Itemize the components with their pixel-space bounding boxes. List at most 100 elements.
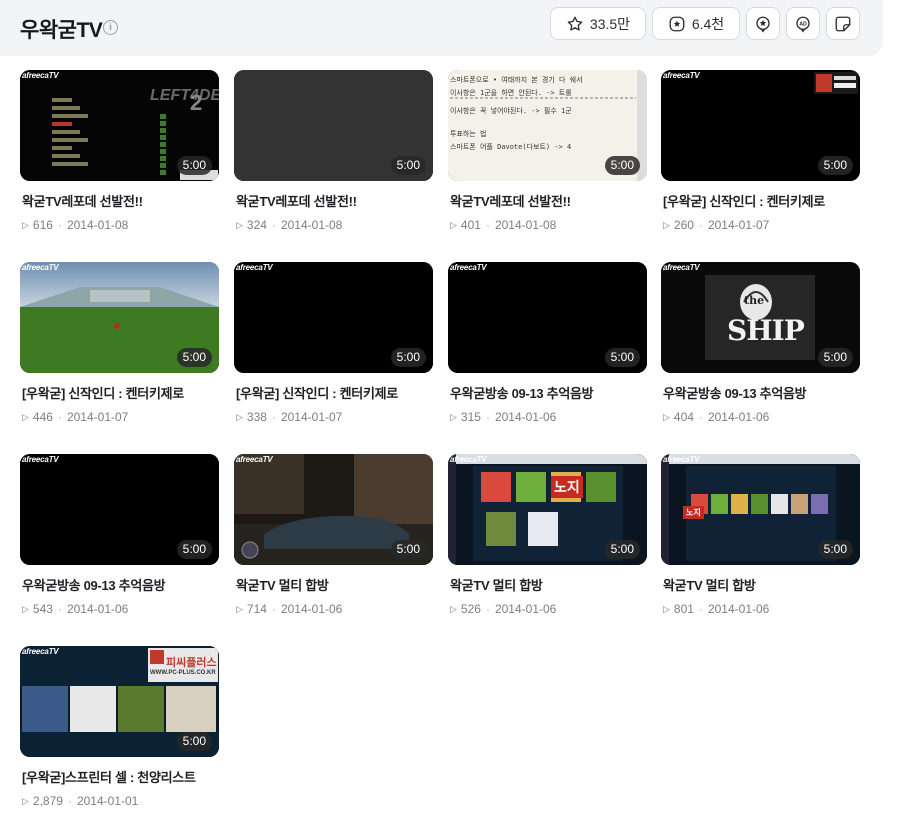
separator-dot: · (57, 410, 62, 424)
thumbnail-logo-text: SHIP (727, 314, 805, 347)
watermark-logo: afreecaTV (450, 455, 487, 464)
view-count: 526 (460, 602, 481, 616)
video-thumbnail[interactable]: afreecaTV 5:00 (661, 70, 860, 181)
play-count-icon: ▷ (22, 603, 29, 614)
separator-dot: · (485, 410, 490, 424)
video-thumbnail[interactable]: afreecaTV 노지 5:00 (448, 454, 647, 565)
video-card[interactable]: afreecaTV the SHIP 5:00 우왁굳방송 09-13 추억음방 ▷ 404… (661, 262, 860, 442)
video-title[interactable]: 우왁굳방송 09-13 추억음방 (22, 575, 166, 594)
view-count: 260 (673, 218, 694, 232)
video-card[interactable]: afreecaTV 5:00 왁굳TV 멀티 합방 ▷ 714 · 2014-01-06 (234, 454, 433, 634)
view-count: 401 (460, 218, 481, 232)
video-card[interactable]: afreecaTV 5:00 [우왁굳] 신작인디 : 켄터키제로 ▷ 260 · 2014… (661, 70, 860, 250)
video-thumbnail[interactable]: afreecaTV 5:00 (20, 262, 219, 373)
star-icon (567, 16, 583, 31)
separator-dot: · (271, 218, 276, 232)
video-thumbnail[interactable]: 5:00 (234, 70, 433, 181)
video-card[interactable]: afreecaTV 노지 5:00 왁굳TV 멀티 합방 ▷ 526 · 2014-01-06 (448, 454, 647, 634)
duration-badge: 5:00 (817, 156, 853, 175)
sticker-button[interactable] (826, 7, 860, 40)
separator-dot: · (271, 410, 276, 424)
thumbnail-logo-text-small: the (744, 294, 765, 307)
play-count-icon: ▷ (236, 411, 243, 422)
view-count: 2,879 (32, 794, 63, 808)
thumbnail-text-line: 스마트폰 어플 Davote(다보트) -> 4 (450, 143, 572, 151)
upload-date: 2014-01-07 (66, 410, 129, 424)
duration-badge: 5:00 (604, 156, 640, 175)
duration-badge: 5:00 (604, 540, 640, 559)
video-title[interactable]: 왁굳TV레포데 선발전!! (22, 191, 143, 210)
view-count: 315 (460, 410, 481, 424)
video-meta: ▷ 543 · 2014-01-06 (22, 602, 128, 616)
upload-date: 2014-01-06 (494, 602, 557, 616)
subscribe-star-icon (669, 16, 685, 31)
view-count: 324 (246, 218, 267, 232)
channel-header: 우왁굳TV i 33.5만 6.4천 AD (0, 0, 883, 56)
upload-date: 2014-01-06 (66, 602, 129, 616)
watermark-logo: afreecaTV (22, 71, 59, 80)
upload-date: 2014-01-06 (707, 410, 770, 424)
separator-dot: · (698, 602, 703, 616)
video-thumbnail[interactable]: afreecaTV 5:00 (20, 454, 219, 565)
video-card[interactable]: afreecaTV 노지 5:00 왁굳TV 멀티 합방 ▷ 801 · 2014-01-06 (661, 454, 860, 634)
video-title[interactable]: [우왁굳] 신작인디 : 켄터키제로 (22, 383, 184, 402)
watermark-logo: afreecaTV (236, 263, 273, 272)
video-title[interactable]: 우왁굳방송 09-13 추억음방 (450, 383, 594, 402)
separator-dot: · (57, 218, 62, 232)
video-thumbnail[interactable]: afreecaTV 5:00 (448, 262, 647, 373)
starballoon-icon (756, 16, 770, 33)
upload-date: 2014-01-08 (494, 218, 557, 232)
subscribe-button[interactable]: 6.4천 (652, 7, 740, 40)
video-title[interactable]: [우왁굳] 신작인디 : 켄터키제로 (236, 383, 398, 402)
video-card[interactable]: afreecaTV 피씨플러스 WWW.PC-PLUS.CO.KR 5:00 [우왁굳]… (20, 646, 219, 826)
video-meta: ▷ 401 · 2014-01-08 (450, 218, 556, 232)
play-count-icon: ▷ (450, 219, 457, 230)
video-title[interactable]: 왁굳TV 멀티 합방 (450, 575, 543, 594)
video-meta: ▷ 324 · 2014-01-08 (236, 218, 342, 232)
duration-badge: 5:00 (390, 540, 426, 559)
video-card[interactable]: afreecaTV 5:00 [우왁굳] 신작인디 : 켄터키제로 ▷ 446 · 2014… (20, 262, 219, 442)
video-title[interactable]: 왁굳TV레포데 선발전!! (450, 191, 571, 210)
watermark-logo: afreecaTV (450, 263, 487, 272)
video-thumbnail[interactable]: afreecaTV 5:00 (234, 454, 433, 565)
video-title[interactable]: [우왁굳] 신작인디 : 켄터키제로 (663, 191, 825, 210)
video-title[interactable]: 왁굳TV레포데 선발전!! (236, 191, 357, 210)
video-title[interactable]: 우왁굳방송 09-13 추억음방 (663, 383, 807, 402)
video-thumbnail[interactable]: afreecaTV 피씨플러스 WWW.PC-PLUS.CO.KR 5:00 (20, 646, 219, 757)
info-icon[interactable]: i (103, 20, 118, 35)
video-title[interactable]: 왁굳TV 멀티 합방 (236, 575, 329, 594)
play-count-icon: ▷ (236, 219, 243, 230)
video-thumbnail[interactable]: afreecaTV the SHIP 5:00 (661, 262, 860, 373)
video-thumbnail[interactable]: LEFT4DEAD2 afreecaTV 5:00 (20, 70, 219, 181)
video-meta: ▷ 338 · 2014-01-07 (236, 410, 342, 424)
upload-date: 2014-01-06 (494, 410, 557, 424)
play-count-icon: ▷ (22, 219, 29, 230)
view-count: 404 (673, 410, 694, 424)
video-thumbnail[interactable]: 스마트폰으로 • 여태까지 본 경기 다 쉐서 이사항은 1군을 하면 안된다. … (448, 70, 647, 181)
video-meta: ▷ 404 · 2014-01-06 (663, 410, 769, 424)
duration-badge: 5:00 (176, 732, 212, 751)
video-meta: ▷ 2,879 · 2014-01-01 (22, 794, 138, 808)
video-thumbnail[interactable]: afreecaTV 5:00 (234, 262, 433, 373)
video-card[interactable]: 5:00 왁굳TV레포데 선발전!! ▷ 324 · 2014-01-08 (234, 70, 433, 250)
duration-badge: 5:00 (604, 348, 640, 367)
separator-dot: · (485, 218, 490, 232)
video-card[interactable]: LEFT4DEAD2 afreecaTV 5:00 왁굳TV레포데 선발전!! ▷616… (20, 70, 219, 250)
thumbnail-label: 노지 (551, 476, 583, 498)
ad-balloon-icon: AD (796, 16, 810, 33)
video-thumbnail[interactable]: afreecaTV 노지 5:00 (661, 454, 860, 565)
favorite-button[interactable]: 33.5만 (550, 7, 646, 40)
video-card[interactable]: afreecaTV 5:00 [우왁굳] 신작인디 : 켄터키제로 ▷ 338 · 2014… (234, 262, 433, 442)
video-title[interactable]: [우왁굳]스프린터 셀 : 천양리스트 (22, 767, 196, 786)
video-title[interactable]: 왁굳TV 멀티 합방 (663, 575, 756, 594)
play-count-icon: ▷ (450, 603, 457, 614)
watermark-logo: afreecaTV (663, 263, 700, 272)
video-card[interactable]: afreecaTV 5:00 우왁굳방송 09-13 추억음방 ▷ 315 · 2014-0… (448, 262, 647, 442)
ad-balloon-button[interactable]: AD (786, 7, 820, 40)
duration-badge: 5:00 (817, 540, 853, 559)
video-card[interactable]: afreecaTV 5:00 우왁굳방송 09-13 추억음방 ▷ 543 · 2014-0… (20, 454, 219, 634)
view-count: 543 (32, 602, 53, 616)
video-card[interactable]: 스마트폰으로 • 여태까지 본 경기 다 쉐서 이사항은 1군을 하면 안된다. … (448, 70, 647, 250)
starballoon-button[interactable] (746, 7, 780, 40)
upload-date: 2014-01-07 (707, 218, 770, 232)
